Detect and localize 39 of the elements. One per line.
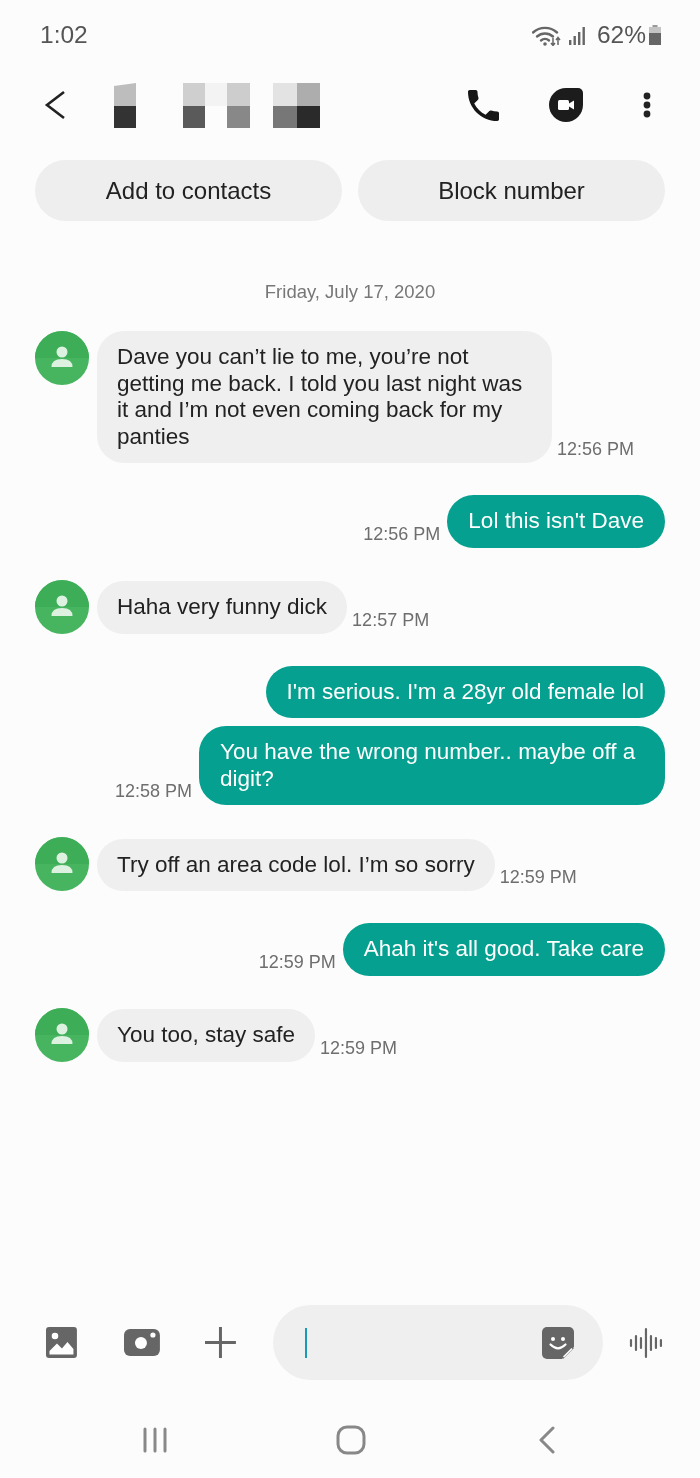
text-cursor-icon [304,1327,307,1358]
plus-icon[interactable] [203,1326,237,1359]
recent-apps-icon[interactable] [142,1427,168,1453]
date-divider: Friday, July 17, 2020 [263,282,437,302]
message-time: 12:59 PM [499,867,577,889]
sent-message-bubble: Ahah it's all good. Take care [342,923,665,976]
sent-message-bubble: Lol this isn't Dave [447,495,665,548]
battery-percentage: 62% [596,21,646,49]
message-time: 12:58 PM [114,781,192,803]
signal-icon [567,25,588,45]
received-message-bubble: You too, stay safe [97,1009,316,1062]
avatar-icon[interactable] [35,331,89,385]
phone-icon[interactable] [468,89,499,121]
gallery-icon[interactable] [46,1327,77,1358]
back-icon[interactable] [44,90,66,120]
home-icon[interactable] [336,1425,366,1455]
battery-icon [649,25,661,45]
message-time: 12:57 PM [352,609,430,632]
avatar-icon[interactable] [35,579,89,634]
wifi-icon [531,24,562,46]
avatar-icon[interactable] [35,1007,89,1062]
voice-input-icon[interactable] [629,1326,663,1359]
contact-action-button[interactable]: Block number [358,160,665,221]
sent-message-bubble: You have the wrong number.. maybe off a digit? [199,726,665,805]
received-message-bubble: Dave you can’t lie to me, you’re not getting me back. I told you last night was it and I’m not even coming back for my panties [97,331,552,463]
received-message-bubble: Haha very funny dick [97,581,348,634]
sticker-icon[interactable] [542,1326,575,1359]
more-options-icon[interactable] [643,92,651,118]
status-time: 1:02 [40,21,88,49]
message-time: 12:59 PM [320,1037,398,1060]
message-time: 12:56 PM [363,523,441,546]
avatar-icon[interactable] [35,837,89,891]
message-time: 12:56 PM [557,439,635,461]
received-message-bubble: Try off an area code lol. I’m so sorry [97,838,495,891]
video-call-icon[interactable] [549,88,583,122]
sent-message-bubble: I'm serious. I'm a 28yr old female lol [265,665,665,718]
contact-action-button[interactable]: Add to contacts [35,160,342,221]
message-time: 12:59 PM [258,951,336,974]
camera-icon[interactable] [123,1329,160,1356]
